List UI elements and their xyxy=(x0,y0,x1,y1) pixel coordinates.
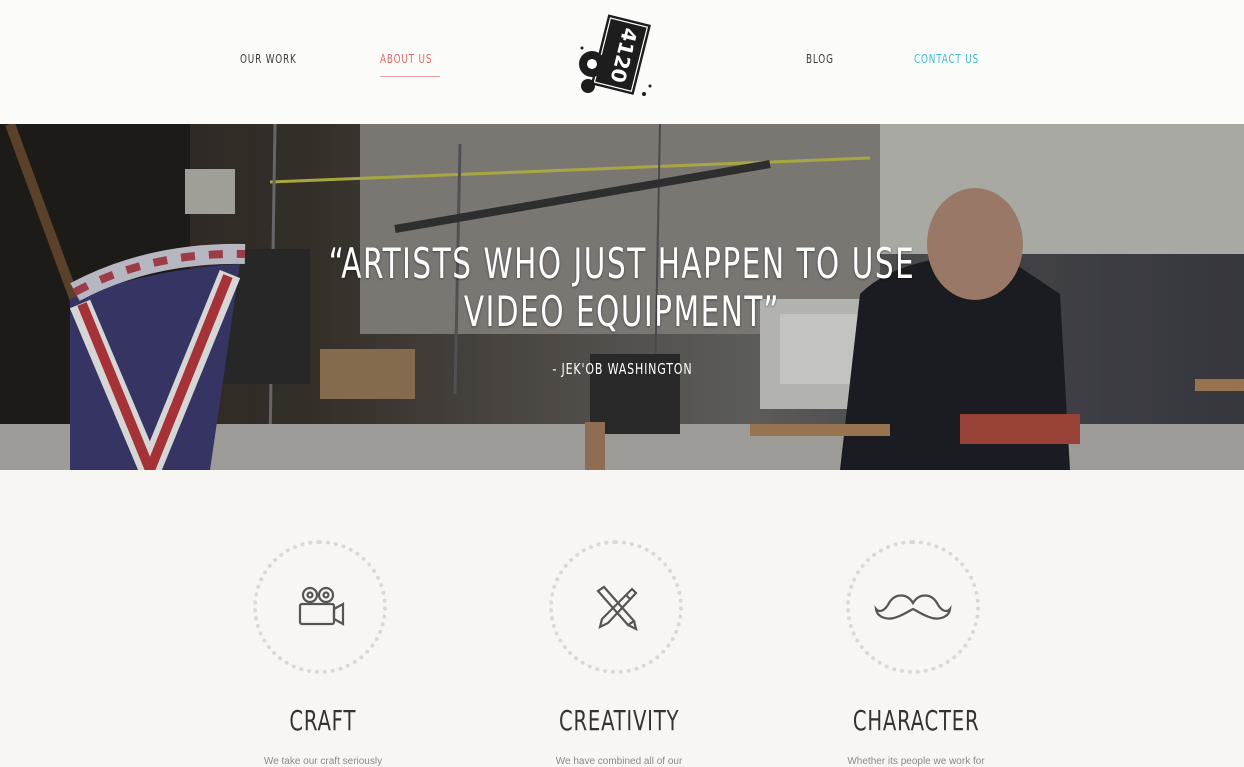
video-camera-icon xyxy=(298,586,345,626)
feature-title-text: CREATIVITY xyxy=(558,704,680,737)
nav-contact-us[interactable]: CONTACT US xyxy=(914,52,979,66)
feature-title-text: CHARACTER xyxy=(852,704,980,737)
feature-description: We take our craft seriously xyxy=(263,756,383,767)
hero-quote-line-1: “ARTISTS WHO JUST HAPPEN TO USE xyxy=(328,239,916,288)
nav-about-us[interactable]: ABOUT US xyxy=(380,52,432,66)
nav-our-work[interactable]: OUR WORK xyxy=(240,52,297,66)
feature-title: CRAFT xyxy=(173,704,473,737)
camera-logo[interactable]: 4120 xyxy=(570,8,666,108)
feature-icon-circle xyxy=(549,540,683,674)
feature-description: We have combined all of our xyxy=(555,756,683,767)
hero-attribution-text: - JEK'OB WASHINGTON xyxy=(551,360,693,378)
nav-blog[interactable]: BLOG xyxy=(806,52,834,66)
hero-attribution: - JEK'OB WASHINGTON xyxy=(0,360,1244,378)
feature-character: CHARACTER Whether its people we work for xyxy=(766,540,1066,767)
active-nav-underline xyxy=(380,76,440,77)
feature-title: CREATIVITY xyxy=(469,704,769,737)
feature-icon-circle xyxy=(846,540,980,674)
feature-craft: CRAFT We take our craft seriously xyxy=(173,540,473,767)
feature-title: CHARACTER xyxy=(766,704,1066,737)
feature-icon-circle xyxy=(253,540,387,674)
feature-title-text: CRAFT xyxy=(289,704,357,737)
mustache-icon xyxy=(874,594,952,620)
feature-description: Whether its people we work for xyxy=(847,756,985,767)
hero-banner: “ARTISTS WHO JUST HAPPEN TO USE VIDEO EQ… xyxy=(0,124,1244,470)
hero-quote: “ARTISTS WHO JUST HAPPEN TO USE VIDEO EQ… xyxy=(0,240,1244,336)
pencil-brush-icon xyxy=(596,585,638,632)
site-header: OUR WORK ABOUT US 4120 BLOG CONTACT US xyxy=(0,0,1244,124)
hero-quote-line-2: VIDEO EQUIPMENT” xyxy=(463,287,781,336)
feature-creativity: CREATIVITY We have combined all of our xyxy=(469,540,769,767)
